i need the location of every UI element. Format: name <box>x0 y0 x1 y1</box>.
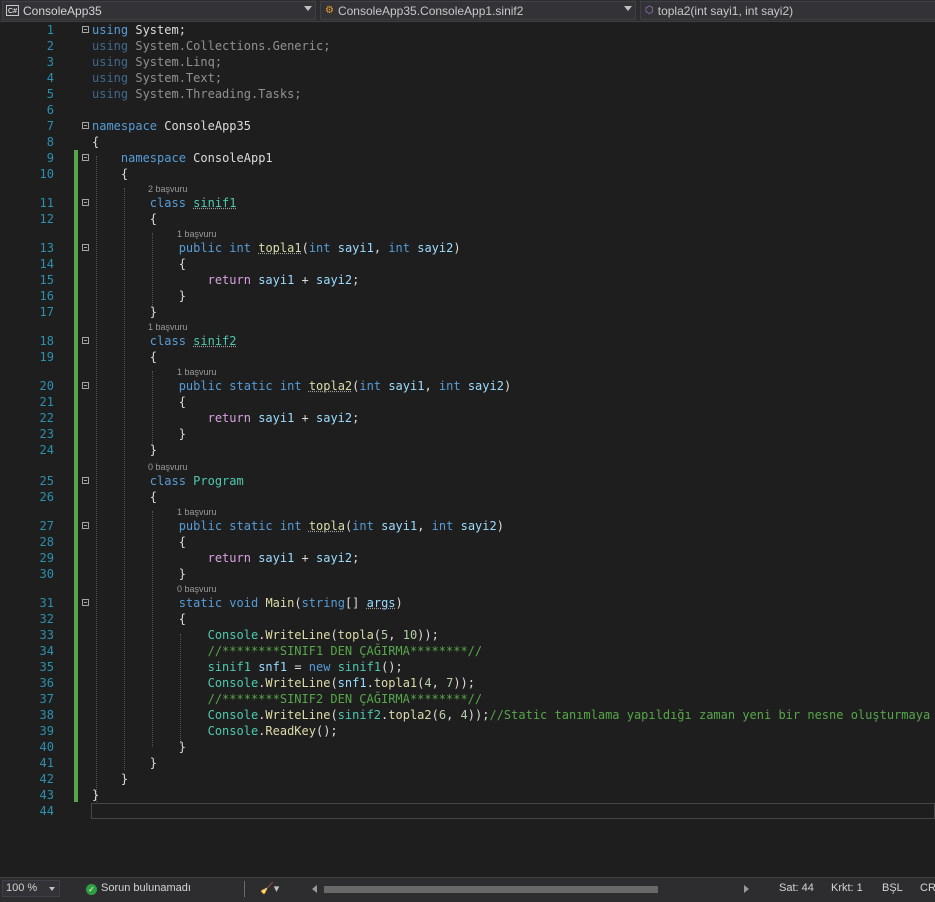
code-line: 2 using System.Collections.Generic; <box>46 39 331 53</box>
codelens-references[interactable]: 0 başvuru <box>177 583 217 595</box>
collapse-icon[interactable] <box>82 122 89 129</box>
code-line: 39 Console.ReadKey(); <box>39 724 338 738</box>
project-dropdown[interactable]: C# ConsoleApp35 <box>2 1 316 20</box>
code-line: 27 public static int topla(int sayi1, in… <box>39 519 504 533</box>
member-name: topla2(int sayi1, int sayi2) <box>657 3 794 18</box>
code-line: 30 } <box>39 567 186 581</box>
code-line: 35 sinif1 snf1 = new sinif1(); <box>39 660 403 674</box>
scroll-right-icon[interactable] <box>744 885 749 893</box>
codelens-references[interactable]: 1 başvuru <box>148 321 188 333</box>
code-line: 6 <box>46 103 54 117</box>
csharp-project-icon: C# <box>6 5 19 16</box>
method-icon: ⬡ <box>645 5 654 16</box>
column-indicator[interactable]: Krkt: 1 <box>831 882 863 894</box>
code-line: 18 class sinif2 <box>39 334 237 348</box>
collapse-icon[interactable] <box>82 382 89 389</box>
issues-indicator[interactable]: ✓ Sorun bulunamadı <box>86 882 191 895</box>
code-line: 36 Console.WriteLine(snf1.topla1(4, 7)); <box>39 676 476 690</box>
code-line: 12 { <box>39 212 158 226</box>
code-line: 37 //********SINIF2 DEN ÇAĞIRMA********/… <box>39 692 483 706</box>
code-line: 31 static void Main(string[] args) <box>39 596 403 610</box>
scroll-left-icon[interactable] <box>312 885 317 893</box>
code-line: 17 } <box>39 305 158 319</box>
check-circle-icon: ✓ <box>86 884 97 895</box>
code-line: 42 } <box>39 772 129 786</box>
code-line: 32 { <box>39 612 186 626</box>
chevron-down-icon <box>49 887 55 891</box>
code-line: 8 { <box>46 135 100 149</box>
code-line: 20 public static int topla2(int sayi1, i… <box>39 379 512 393</box>
code-editor[interactable]: 1 using System; 2 using System.Collectio… <box>0 22 935 877</box>
code-line: 3 using System.Linq; <box>46 55 223 69</box>
navigation-bar: C# ConsoleApp35 ⚙ ConsoleApp35.ConsoleAp… <box>0 0 935 22</box>
code-line: 13 public int topla1(int sayi1, int sayi… <box>39 241 461 255</box>
code-cleanup-icon[interactable]: 🧹▾ <box>260 882 279 895</box>
codelens-references[interactable]: 1 başvuru <box>177 506 217 518</box>
code-line: 34 //********SINIF1 DEN ÇAĞIRMA********/… <box>39 644 483 658</box>
project-name: ConsoleApp35 <box>23 3 102 18</box>
collapse-icon[interactable] <box>82 477 89 484</box>
collapse-icon[interactable] <box>82 199 89 206</box>
code-line: 15 return sayi1 + sayi2; <box>39 273 360 287</box>
class-icon: ⚙ <box>325 5 334 16</box>
code-line: 7 namespace ConsoleApp35 <box>46 119 251 133</box>
code-line: 14 { <box>39 257 186 271</box>
code-line: 10 { <box>39 167 129 181</box>
collapse-icon[interactable] <box>82 337 89 344</box>
code-line: 40 } <box>39 740 186 754</box>
member-dropdown[interactable]: ⬡ topla2(int sayi1, int sayi2) <box>640 1 935 20</box>
scrollbar-thumb[interactable] <box>324 886 658 893</box>
chevron-down-icon <box>624 6 632 11</box>
codelens-references[interactable]: 2 başvuru <box>148 183 188 195</box>
code-line: 9 namespace ConsoleApp1 <box>46 151 273 165</box>
line-ending-indicator[interactable]: CRL <box>920 882 935 894</box>
codelens-references[interactable]: 0 başvuru <box>148 461 188 473</box>
code-line: 28 { <box>39 535 186 549</box>
code-line: 21 { <box>39 395 186 409</box>
separator <box>244 881 245 897</box>
chevron-down-icon <box>304 6 312 11</box>
code-line: 22 return sayi1 + sayi2; <box>39 411 360 425</box>
code-line: 25 class Program <box>39 474 244 488</box>
code-line: 38 Console.WriteLine(sinif2.topla2(6, 4)… <box>39 708 935 722</box>
type-dropdown[interactable]: ⚙ ConsoleApp35.ConsoleApp1.sinif2 <box>320 1 636 20</box>
code-line: 11 class sinif1 <box>39 196 237 210</box>
code-line: 43 } <box>39 788 100 802</box>
codelens-references[interactable]: 1 başvuru <box>177 228 217 240</box>
code-line: 5 using System.Threading.Tasks; <box>46 87 302 101</box>
code-line: 4 using System.Text; <box>46 71 223 85</box>
code-line: 33 Console.WriteLine(topla(5, 10)); <box>39 628 439 642</box>
code-line: 19 { <box>39 350 158 364</box>
collapse-icon[interactable] <box>82 599 89 606</box>
codelens-references[interactable]: 1 başvuru <box>177 366 217 378</box>
code-line: 24 } <box>39 443 158 457</box>
code-line: 23 } <box>39 427 186 441</box>
zoom-dropdown[interactable]: 100 % <box>2 880 60 897</box>
collapse-icon[interactable] <box>82 244 89 251</box>
status-bar: 100 % ✓ Sorun bulunamadı 🧹▾ Sat: 44 Krkt:… <box>0 877 935 902</box>
code-line: 41 } <box>39 756 158 770</box>
collapse-icon[interactable] <box>82 154 89 161</box>
type-name: ConsoleApp35.ConsoleApp1.sinif2 <box>337 3 524 18</box>
code-line: 1 using System; <box>46 23 186 37</box>
code-line: 29 return sayi1 + sayi2; <box>39 551 360 565</box>
collapse-icon[interactable] <box>82 26 89 33</box>
insert-mode-indicator[interactable]: BŞL <box>882 882 903 894</box>
horizontal-scrollbar[interactable] <box>312 884 749 894</box>
collapse-icon[interactable] <box>82 522 89 529</box>
code-line: 26 { <box>39 490 158 504</box>
line-indicator[interactable]: Sat: 44 <box>779 882 814 894</box>
issues-text: Sorun bulunamadı <box>101 882 191 894</box>
zoom-level: 100 % <box>6 882 38 894</box>
current-line-highlight <box>91 803 935 819</box>
code-line: 16 } <box>39 289 186 303</box>
